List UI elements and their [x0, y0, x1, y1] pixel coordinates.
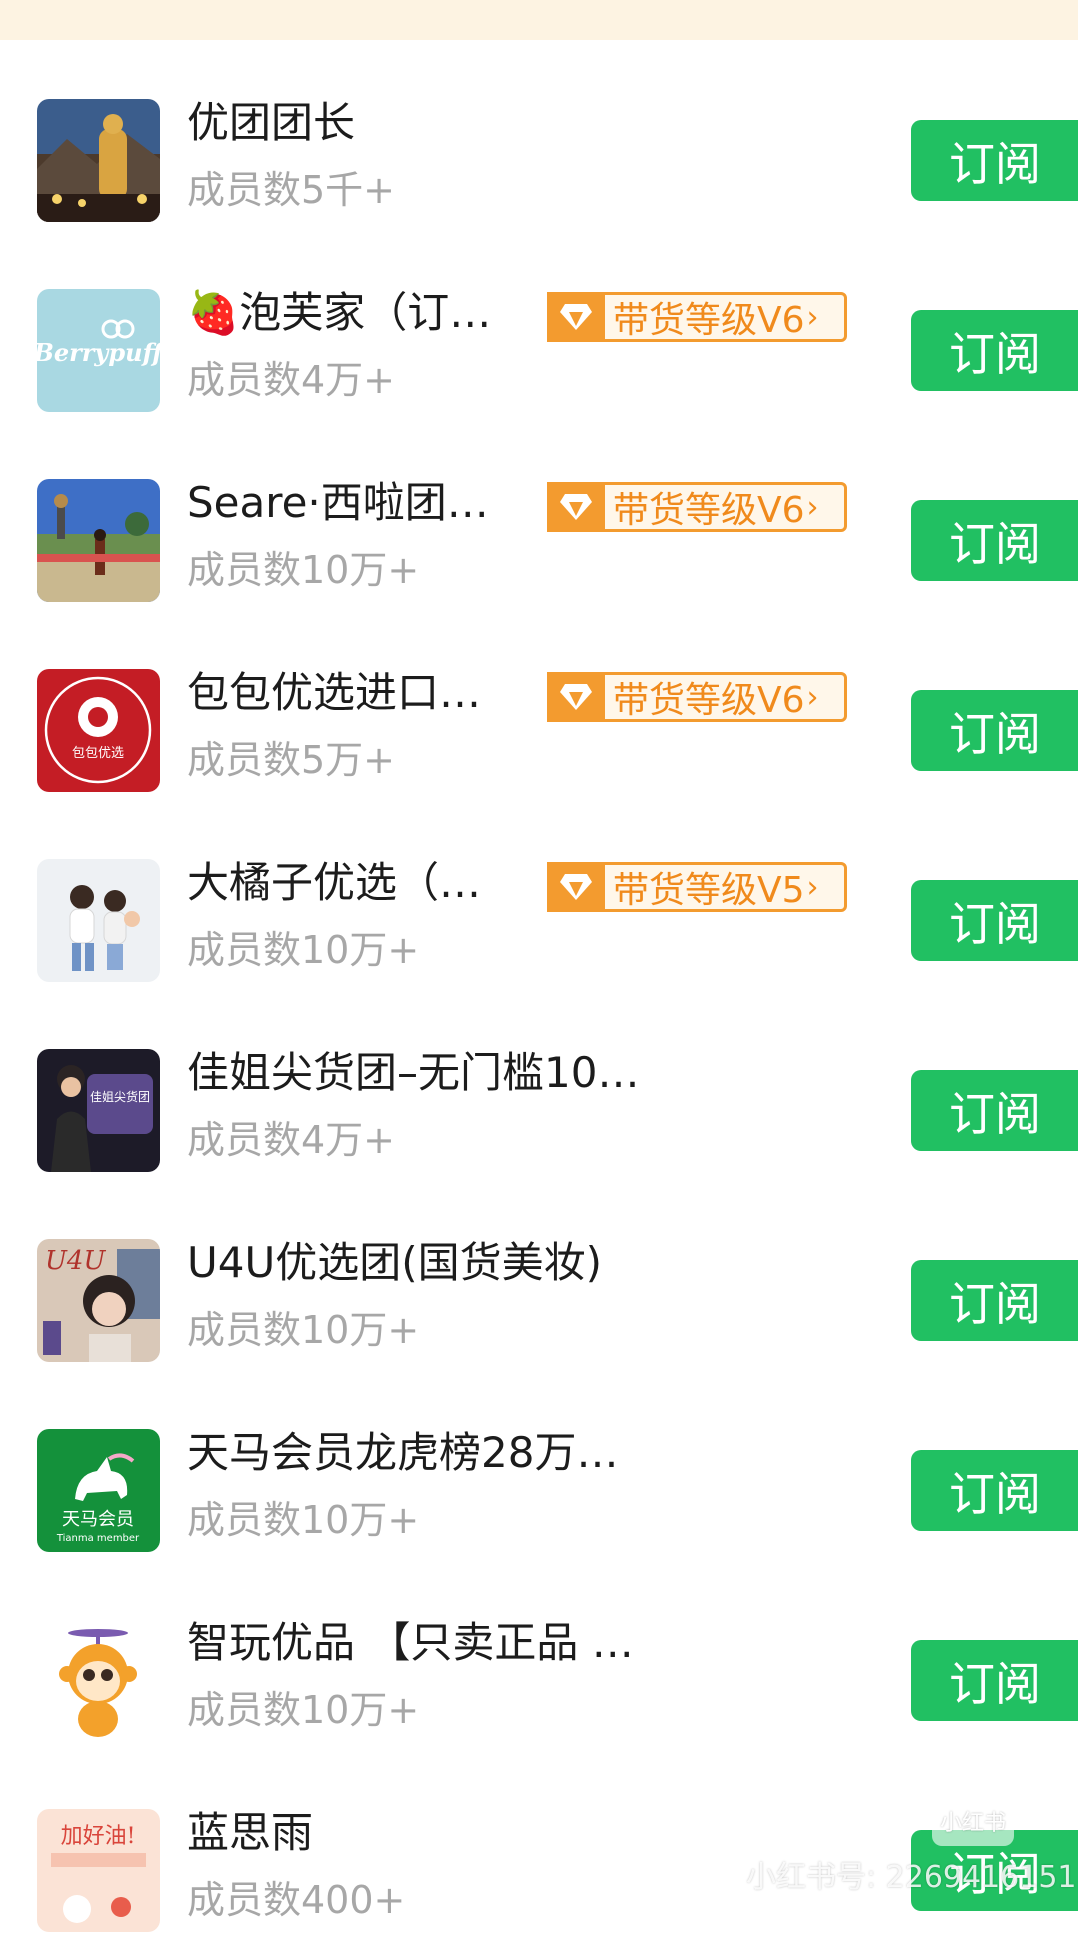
avatar: 天马会员 Tianma member	[37, 1429, 160, 1552]
list-item[interactable]: U4U U4U优选团(国货美妆) 成员数10万+ 订阅	[0, 1180, 1078, 1370]
sales-level-badge[interactable]: 带货等级V6 ›	[547, 672, 847, 722]
baobao-logo: 包包优选	[37, 669, 160, 792]
member-count: 成员数400+	[187, 1878, 406, 1922]
group-name: 🍓泡芙家（订…	[187, 288, 492, 337]
diamond-icon	[547, 862, 605, 912]
chevron-right-icon: ›	[806, 299, 819, 335]
subscribe-button[interactable]: 订阅	[911, 690, 1078, 771]
list-item[interactable]: 智玩优品 【只卖正品 … 成员数10万+ 订阅	[0, 1560, 1078, 1750]
tianma-logo: 天马会员 Tianma member	[37, 1429, 160, 1552]
list-item[interactable]: Seare·西啦团… 成员数10万+ 带货等级V6 › 订阅	[0, 420, 1078, 610]
chevron-right-icon: ›	[806, 489, 819, 525]
avatar	[37, 479, 160, 602]
chevron-right-icon: ›	[806, 679, 819, 715]
svg-text:佳姐尖货团: 佳姐尖货团	[90, 1089, 150, 1104]
group-name: 蓝思雨	[187, 1808, 314, 1857]
badge-label: 带货等级V5	[613, 870, 805, 911]
group-name: 大橘子优选（…	[187, 858, 482, 907]
subscribe-button[interactable]: 订阅	[911, 1070, 1078, 1151]
watermark-logo: 小红书	[932, 1802, 1014, 1846]
svg-text:加好油!: 加好油!	[61, 1824, 136, 1849]
diamond-icon	[547, 482, 605, 532]
watermark-text: 小红书号: 2269416151	[746, 1860, 1077, 1895]
member-count: 成员数5千+	[187, 168, 396, 212]
avatar: U4U	[37, 1239, 160, 1362]
sales-level-badge[interactable]: 带货等级V6 ›	[547, 482, 847, 532]
sales-level-badge[interactable]: 带货等级V6 ›	[547, 292, 847, 342]
svg-text:Berrypuff: Berrypuff	[37, 338, 160, 367]
jiajie-logo: 佳姐尖货团	[37, 1049, 160, 1172]
sales-level-badge[interactable]: 带货等级V5 ›	[547, 862, 847, 912]
group-avatar-image	[37, 479, 160, 602]
svg-text:包包优选: 包包优选	[72, 746, 124, 761]
avatar	[37, 99, 160, 222]
group-name: U4U优选团(国货美妆)	[187, 1238, 602, 1287]
badge-label: 带货等级V6	[613, 490, 805, 531]
subscribe-button[interactable]: 订阅	[911, 120, 1078, 201]
list-item[interactable]: 包包优选 包包优选进口… 成员数5万+ 带货等级V6 › 订阅	[0, 610, 1078, 800]
chevron-right-icon: ›	[806, 869, 819, 905]
subscribe-button[interactable]: 订阅	[911, 1450, 1078, 1531]
svg-text:Tianma member: Tianma member	[56, 1533, 140, 1544]
avatar: 佳姐尖货团	[37, 1049, 160, 1172]
svg-text:天马会员: 天马会员	[62, 1509, 134, 1530]
member-count: 成员数5万+	[187, 738, 396, 782]
member-count: 成员数10万+	[187, 1498, 420, 1542]
subscribe-button[interactable]: 订阅	[911, 1640, 1078, 1721]
list-item[interactable]: 优团团长 成员数5千+ 订阅	[0, 40, 1078, 230]
svg-text:U4U: U4U	[45, 1246, 106, 1276]
group-name: 优团团长	[187, 98, 356, 147]
group-name: 天马会员龙虎榜28万…	[187, 1428, 619, 1477]
diamond-icon	[547, 292, 605, 342]
member-count: 成员数10万+	[187, 548, 420, 592]
list-item[interactable]: 佳姐尖货团 佳姐尖货团–无门槛10… 成员数4万+ 订阅	[0, 990, 1078, 1180]
member-count: 成员数4万+	[187, 1118, 396, 1162]
badge-label: 带货等级V6	[613, 300, 805, 341]
subscribe-button[interactable]: 订阅	[911, 880, 1078, 961]
lansiyu-avatar: 加好油!	[37, 1809, 160, 1932]
group-avatar-image	[37, 99, 160, 222]
badge-label: 带货等级V6	[613, 680, 805, 721]
list-item[interactable]: Berrypuff 🍓泡芙家（订… 成员数4万+ 带货等级V6 › 订阅	[0, 230, 1078, 420]
top-banner	[0, 0, 1078, 40]
subscribe-button[interactable]: 订阅	[911, 310, 1078, 391]
family-photo	[37, 859, 160, 982]
group-name: 包包优选进口…	[187, 668, 482, 717]
member-count: 成员数4万+	[187, 358, 396, 402]
list-item[interactable]: 大橘子优选（… 成员数10万+ 带货等级V5 › 订阅	[0, 800, 1078, 990]
avatar: 包包优选	[37, 669, 160, 792]
avatar: Berrypuff	[37, 289, 160, 412]
subscribe-button[interactable]: 订阅	[911, 500, 1078, 581]
avatar: 加好油!	[37, 1809, 160, 1932]
berrypuff-logo: Berrypuff	[37, 289, 160, 412]
diamond-icon	[547, 672, 605, 722]
avatar	[37, 859, 160, 982]
list-item[interactable]: 天马会员 Tianma member 天马会员龙虎榜28万… 成员数10万+ 订…	[0, 1370, 1078, 1560]
group-name: 智玩优品 【只卖正品 …	[187, 1618, 634, 1667]
member-count: 成员数10万+	[187, 1688, 420, 1732]
subscribe-button[interactable]: 订阅	[911, 1260, 1078, 1341]
group-name: Seare·西啦团…	[187, 478, 489, 527]
member-count: 成员数10万+	[187, 1308, 420, 1352]
u4u-photo: U4U	[37, 1239, 160, 1362]
avatar	[37, 1619, 160, 1742]
group-name: 佳姐尖货团–无门槛10…	[187, 1048, 640, 1097]
member-count: 成员数10万+	[187, 928, 420, 972]
list-item[interactable]: 加好油! 蓝思雨 成员数400+ 订阅	[0, 1750, 1078, 1940]
monkey-mascot	[37, 1619, 160, 1742]
